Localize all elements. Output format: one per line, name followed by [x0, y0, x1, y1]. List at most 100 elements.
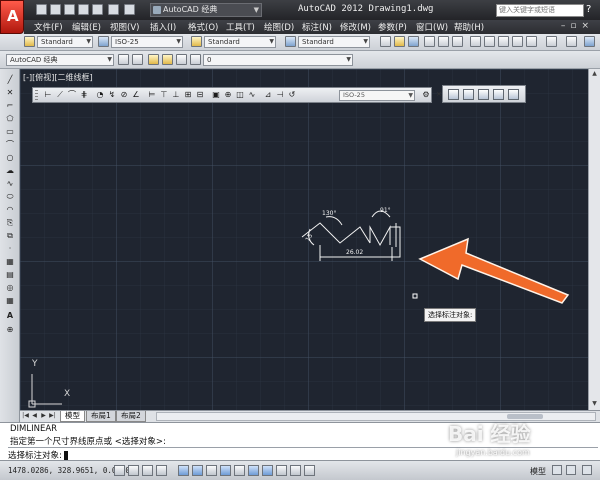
dim-diameter-icon[interactable]: ⊘ [119, 90, 129, 100]
dimension-style-manager-icon[interactable]: ⚙ [421, 90, 431, 100]
dim-style-select[interactable]: ISO-25 ▼ [111, 36, 183, 48]
object-snap-toggle[interactable] [192, 465, 203, 476]
infer-constraints-toggle[interactable] [114, 465, 125, 476]
text-style-select[interactable]: Standard ▼ [37, 36, 93, 48]
rectangle-icon[interactable]: ▭ [4, 127, 16, 136]
make-block-icon[interactable]: ⧉ [4, 231, 16, 240]
point-icon[interactable]: · [4, 244, 16, 253]
jogged-linear-icon[interactable]: ∿ [247, 90, 257, 100]
open-file-icon[interactable] [50, 4, 61, 15]
first-tab-icon[interactable]: |◀ [22, 412, 29, 421]
match-properties-icon[interactable] [512, 36, 523, 47]
save-icon[interactable] [64, 4, 75, 15]
undo-icon[interactable] [546, 36, 557, 47]
object-snap-tracking-toggle[interactable] [220, 465, 231, 476]
workspace-settings-icon[interactable] [118, 54, 129, 65]
hatch-icon[interactable]: ▦ [4, 257, 16, 266]
ortho-mode-toggle[interactable] [156, 465, 167, 476]
inspection-icon[interactable]: ◫ [235, 90, 245, 100]
layer-properties-icon[interactable] [132, 54, 143, 65]
menu-insert[interactable]: 插入(I) [150, 21, 176, 33]
dim-linear-icon[interactable]: ⊢ [43, 90, 53, 100]
gradient-icon[interactable]: ▤ [4, 270, 16, 279]
insert-block-icon[interactable]: ⎘ [4, 218, 16, 227]
lightbulb-icon[interactable] [148, 54, 159, 65]
publish-icon[interactable] [452, 36, 463, 47]
viewport-controls-label[interactable]: [-][俯视][二维线框] [23, 72, 93, 83]
model-space-label[interactable]: 模型 [530, 466, 546, 477]
menu-edit[interactable]: 编辑(E) [72, 21, 101, 33]
block-editor-icon[interactable] [526, 36, 537, 47]
cut-icon[interactable] [470, 36, 481, 47]
redo-icon[interactable] [124, 4, 135, 15]
menu-parametric[interactable]: 参数(P) [378, 21, 407, 33]
ellipse-arc-icon[interactable]: ◠ [4, 205, 16, 214]
text-tool-icon-5[interactable] [508, 89, 519, 100]
menu-dimension[interactable]: 标注(N) [302, 21, 332, 33]
dim-break-icon[interactable]: ⊟ [195, 90, 205, 100]
layer-select[interactable]: 0 ▼ [203, 54, 353, 66]
lineweight-toggle[interactable] [262, 465, 273, 476]
ellipse-icon[interactable]: ⬭ [4, 192, 16, 201]
lock-icon[interactable] [176, 54, 187, 65]
dim-continue-icon[interactable]: ⊥ [171, 90, 181, 100]
workspace-select[interactable]: AutoCAD 经典 ▼ [150, 3, 262, 17]
quick-properties-toggle[interactable] [290, 465, 301, 476]
open-icon[interactable] [394, 36, 405, 47]
save-icon[interactable] [408, 36, 419, 47]
dim-arc-length-icon[interactable]: ⌒ [67, 90, 77, 100]
dim-radius-icon[interactable]: ◔ [95, 90, 105, 100]
menu-window[interactable]: 窗口(W) [416, 21, 448, 33]
text-tool-icon-3[interactable] [478, 89, 489, 100]
grid-display-toggle[interactable] [142, 465, 153, 476]
arc-icon[interactable]: ⌒ [4, 140, 16, 149]
dim-jogged-icon[interactable]: ↯ [107, 90, 117, 100]
coordinate-readout[interactable]: 1478.0286, 328.9651, 0.0000 [8, 466, 130, 475]
table-style-select[interactable]: Standard ▼ [204, 36, 276, 48]
dim-angular-icon[interactable]: ∠ [131, 90, 141, 100]
dim-baseline-icon[interactable]: ⊤ [159, 90, 169, 100]
circle-icon[interactable]: ○ [4, 153, 16, 162]
text-style-icon[interactable] [24, 36, 35, 47]
dynamic-input-toggle[interactable] [248, 465, 259, 476]
dimension-style-select[interactable]: ISO-25 ▼ [339, 90, 415, 101]
polar-tracking-toggle[interactable] [178, 465, 189, 476]
line-icon[interactable]: ╱ [4, 75, 16, 84]
transparency-toggle[interactable] [276, 465, 287, 476]
polyline-icon[interactable]: ⌐ [4, 101, 16, 110]
sun-icon[interactable] [162, 54, 173, 65]
drawing-canvas[interactable]: 130° 91° 15 26.02 [-][俯视][二维线框] ⊢ ⟋ ⌒ ⋕ … [20, 69, 588, 410]
table-icon[interactable]: ▦ [4, 296, 16, 305]
tab-model[interactable]: 模型 [60, 411, 85, 422]
table-style-icon[interactable] [191, 36, 202, 47]
menu-view[interactable]: 视图(V) [110, 21, 139, 33]
next-tab-icon[interactable]: ▶ [40, 412, 47, 421]
menu-format[interactable]: 格式(O) [188, 21, 218, 33]
text-tool-icon-1[interactable] [448, 89, 459, 100]
toolbar-grip-icon[interactable] [35, 90, 38, 100]
last-tab-icon[interactable]: ▶| [49, 412, 56, 421]
redo-icon[interactable] [566, 36, 577, 47]
workspace-switching-icon[interactable] [582, 465, 592, 475]
mtext-icon[interactable]: A [4, 311, 16, 320]
dim-aligned-icon[interactable]: ⟋ [55, 90, 65, 100]
construction-line-icon[interactable]: ✕ [4, 88, 16, 97]
region-icon[interactable]: ◎ [4, 283, 16, 292]
vertical-scrollbar[interactable]: ▲ ▼ [588, 69, 600, 410]
add-selected-icon[interactable]: ⊕ [4, 325, 16, 334]
multileader-style-icon[interactable] [285, 36, 296, 47]
selection-cycling-toggle[interactable] [304, 465, 315, 476]
new-file-icon[interactable] [36, 4, 47, 15]
application-menu-button[interactable]: A [0, 0, 24, 34]
multileader-style-select[interactable]: Standard ▼ [298, 36, 370, 48]
dim-space-icon[interactable]: ⊞ [183, 90, 193, 100]
revision-cloud-icon[interactable]: ☁ [4, 166, 16, 175]
center-mark-icon[interactable]: ⊕ [223, 90, 233, 100]
menu-draw[interactable]: 绘图(D) [264, 21, 294, 33]
plot-icon[interactable] [424, 36, 435, 47]
plot-preview-icon[interactable] [438, 36, 449, 47]
tab-layout1[interactable]: 布局1 [86, 411, 116, 422]
dim-ordinate-icon[interactable]: ⋕ [79, 90, 89, 100]
quick-view-drawings-icon[interactable] [566, 465, 576, 475]
tolerance-icon[interactable]: ▣ [211, 90, 221, 100]
